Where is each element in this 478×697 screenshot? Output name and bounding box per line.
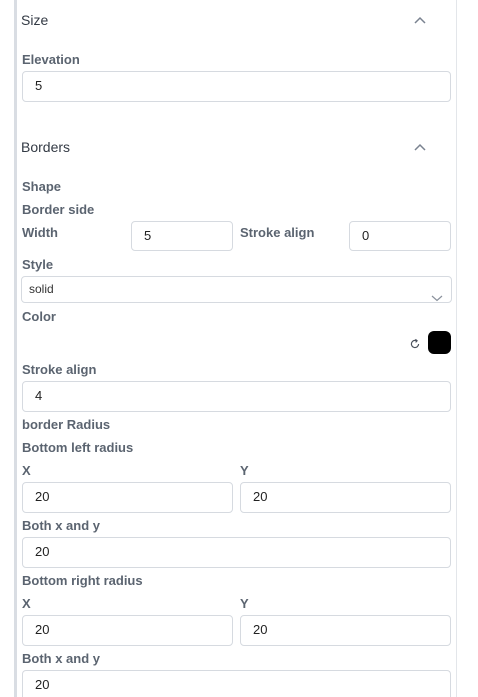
stroke-align-input-2[interactable]: 4 — [22, 381, 451, 412]
border-radius-label: border Radius — [22, 417, 111, 432]
reset-icon[interactable] — [409, 337, 421, 349]
chevron-up-icon[interactable] — [413, 142, 427, 152]
style-select[interactable]: solid — [21, 276, 452, 303]
bottom-right-both-label: Both x and y — [22, 651, 101, 666]
section-title-size: Size — [21, 12, 49, 28]
bottom-left-y-label: Y — [240, 463, 249, 478]
bottom-left-x-input[interactable]: 20 — [22, 482, 233, 513]
bottom-left-y-input[interactable]: 20 — [240, 482, 451, 513]
bottom-left-both-input[interactable]: 20 — [22, 537, 451, 568]
bottom-left-x-label: X — [22, 463, 31, 478]
shape-label: Shape — [22, 179, 62, 194]
bottom-right-radius-label: Bottom right radius — [22, 573, 143, 588]
width-input[interactable]: 5 — [131, 221, 233, 251]
stroke-align-input[interactable]: 0 — [349, 221, 451, 251]
bottom-right-x-label: X — [22, 596, 31, 611]
bottom-left-radius-label: Bottom left radius — [22, 440, 134, 455]
color-swatch[interactable] — [428, 331, 451, 354]
chevron-up-icon[interactable] — [413, 15, 427, 25]
stroke-align-label-2: Stroke align — [22, 362, 97, 377]
panel-left-border — [14, 0, 17, 697]
bottom-right-both-input[interactable]: 20 — [22, 670, 451, 697]
border-side-label: Border side — [22, 202, 95, 217]
bottom-left-both-label: Both x and y — [22, 518, 101, 533]
style-select-value: solid — [29, 282, 54, 296]
panel-right-border — [456, 0, 457, 697]
bottom-right-x-input[interactable]: 20 — [22, 615, 233, 646]
section-title-borders: Borders — [21, 139, 71, 155]
style-label: Style — [22, 257, 54, 272]
bottom-right-y-input[interactable]: 20 — [240, 615, 451, 646]
elevation-label: Elevation — [22, 52, 80, 67]
chevron-down-icon — [431, 286, 443, 302]
stroke-align-label: Stroke align — [240, 225, 315, 240]
width-label: Width — [22, 225, 58, 240]
color-label: Color — [22, 309, 56, 324]
bottom-right-y-label: Y — [240, 596, 249, 611]
elevation-input[interactable]: 5 — [22, 71, 451, 102]
